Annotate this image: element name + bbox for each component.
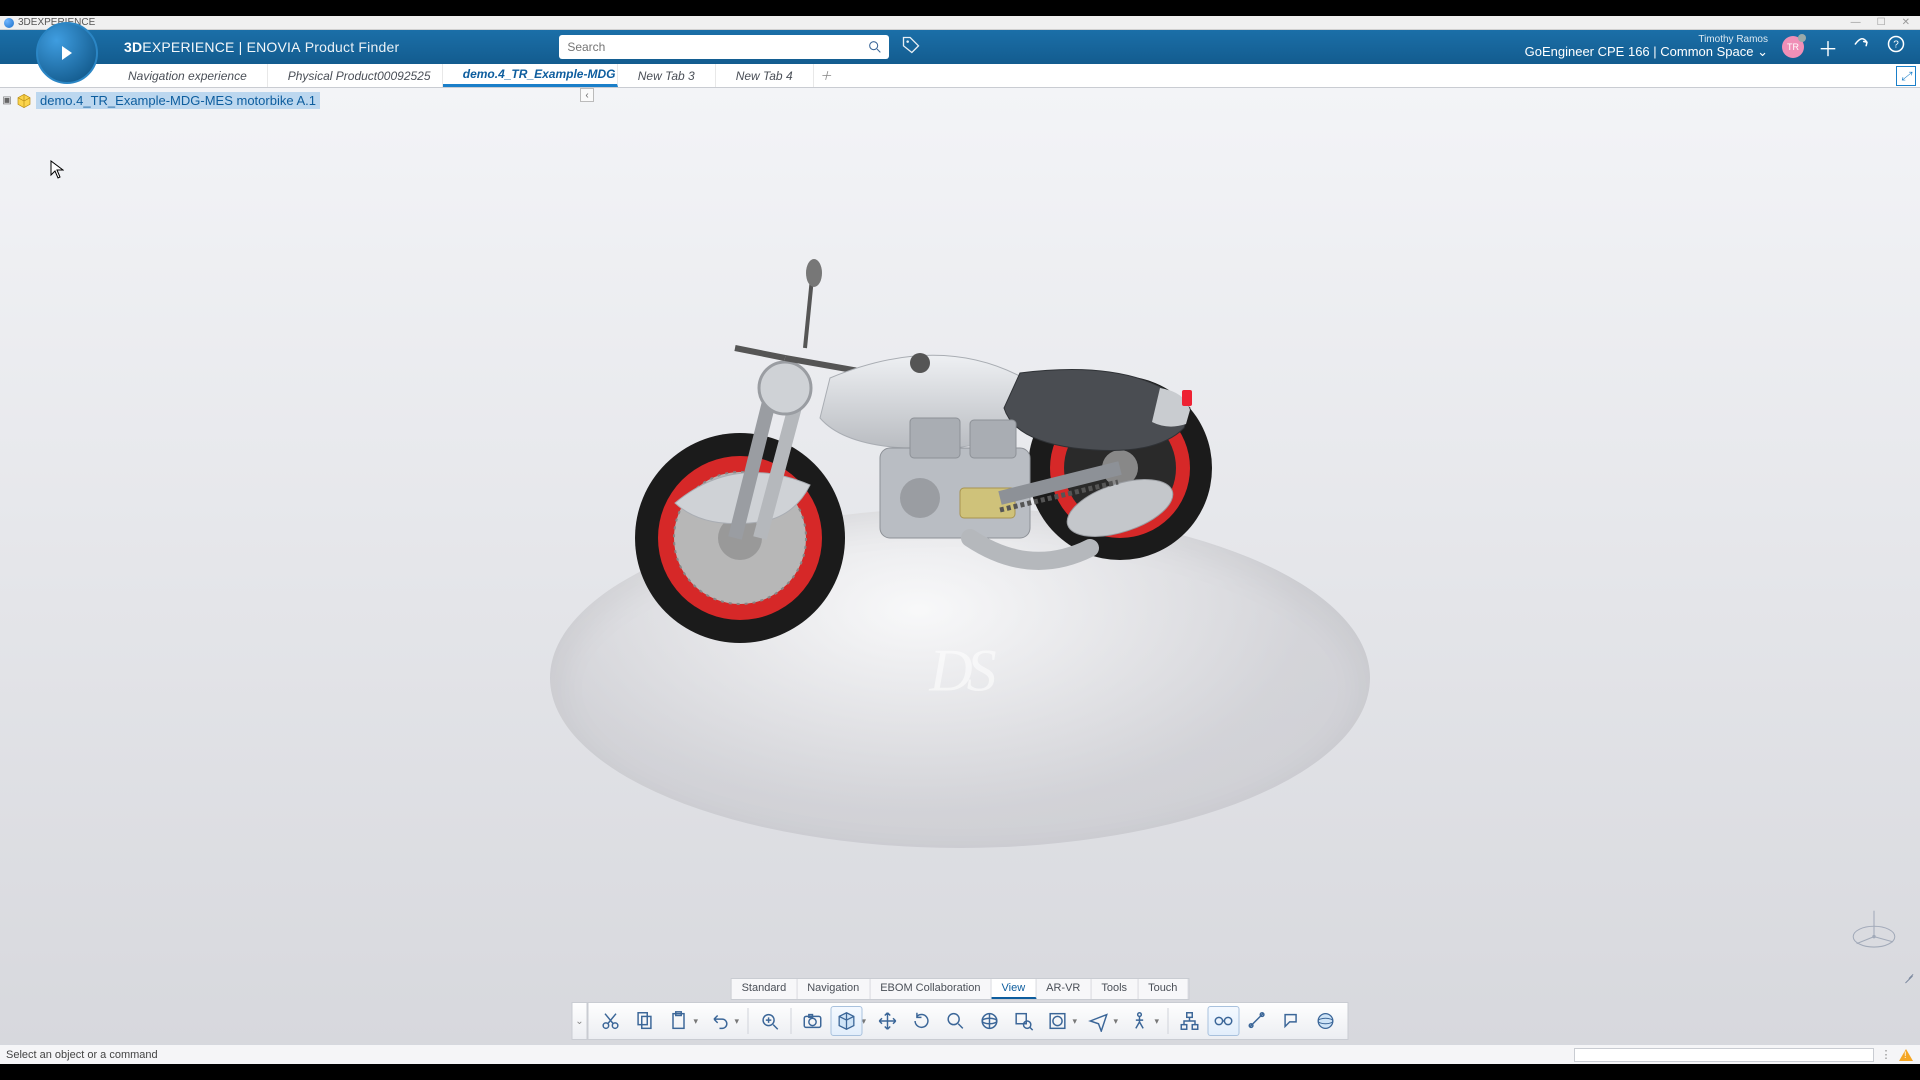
window-maximize-button[interactable]: ☐ (1877, 17, 1886, 28)
window-close-button[interactable]: ✕ (1902, 17, 1910, 28)
tooltab-touch[interactable]: Touch (1138, 979, 1188, 999)
walk-dropdown-icon[interactable]: ▾ (1155, 1016, 1163, 1027)
cursor-icon (50, 160, 64, 185)
help-button[interactable]: ? (1886, 34, 1906, 60)
globe-icon[interactable] (974, 1006, 1006, 1036)
status-options-icon[interactable]: ⋮ (1878, 1047, 1894, 1063)
tab-navigation-experience[interactable]: Navigation experience (108, 64, 268, 87)
tree-expand-icon[interactable]: ▣ (2, 95, 12, 106)
model-motorbike (620, 238, 1260, 658)
chevron-down-icon: ⌄ (1757, 44, 1768, 59)
relation-icon[interactable] (1208, 1006, 1240, 1036)
plane-fly-dropdown-icon[interactable]: ▾ (1114, 1016, 1122, 1027)
pan-icon[interactable] (872, 1006, 904, 1036)
tag-icon[interactable] (901, 35, 921, 60)
search-input[interactable] (559, 35, 889, 59)
resize-handle-icon[interactable] (1900, 968, 1914, 982)
viewport-3d[interactable]: ‹ ▣ demo.4_TR_Example-MDG-MES motorbike … (0, 88, 1920, 1044)
toolbar-category-tabs: Standard Navigation EBOM Collaboration V… (731, 978, 1190, 1000)
tab-physical-product[interactable]: Physical Product00092525 (268, 64, 443, 87)
paste-icon[interactable] (663, 1006, 695, 1036)
tab-demo4-active[interactable]: demo.4_TR_Example-MDG (443, 64, 618, 87)
status-input[interactable] (1574, 1048, 1874, 1062)
app-window: 3DEXPERIENCE — ☐ ✕ DS 3DEXPERIENCE | ENO… (0, 16, 1920, 1064)
user-name-label: Timothy Ramos (1525, 34, 1768, 45)
product-node-icon (16, 93, 32, 109)
user-block[interactable]: Timothy Ramos GoEngineer CPE 166 | Commo… (1525, 34, 1768, 59)
tree-root-label[interactable]: demo.4_TR_Example-MDG-MES motorbike A.1 (36, 92, 320, 109)
undo-dropdown-icon[interactable]: ▾ (735, 1016, 743, 1027)
cut-icon[interactable] (595, 1006, 627, 1036)
window-minimize-button[interactable]: — (1851, 17, 1861, 28)
paste-dropdown-icon[interactable]: ▾ (694, 1016, 702, 1027)
zoom-icon[interactable] (940, 1006, 972, 1036)
fullscreen-toggle-button[interactable]: ⤢ (1896, 66, 1916, 86)
sphere-icon[interactable] (1310, 1006, 1342, 1036)
svg-text:?: ? (1893, 39, 1899, 50)
action-bar: ⌄ ▾ ▾ ▾ ▾ (572, 1002, 1349, 1040)
status-hint-label: Select an object or a command (6, 1049, 158, 1061)
layer-box-dropdown-icon[interactable]: ▾ (1073, 1016, 1081, 1027)
tab-new-3[interactable]: New Tab 3 (618, 64, 716, 87)
zoom-fit-icon[interactable] (754, 1006, 786, 1036)
annotation-icon[interactable] (1276, 1006, 1308, 1036)
compass-hub[interactable] (36, 22, 106, 92)
plane-fly-icon[interactable] (1083, 1006, 1115, 1036)
avatar[interactable]: TR (1782, 36, 1804, 58)
collab-space-label: GoEngineer CPE 166 | Common Space (1525, 44, 1754, 59)
document-tab-bar: Navigation experience Physical Product00… (0, 64, 1920, 88)
rotate-icon[interactable] (906, 1006, 938, 1036)
tooltab-arvr[interactable]: AR-VR (1036, 979, 1091, 999)
layer-box-icon[interactable] (1042, 1006, 1074, 1036)
tab-new-4[interactable]: New Tab 4 (716, 64, 814, 87)
tooltab-ebom[interactable]: EBOM Collaboration (870, 979, 991, 999)
app-title: 3DEXPERIENCE | ENOVIAProduct Finder (124, 39, 399, 55)
cube-view-dropdown-icon[interactable]: ▾ (862, 1016, 870, 1027)
walk-icon[interactable] (1124, 1006, 1156, 1036)
status-warning-icon[interactable] (1898, 1047, 1914, 1063)
actionbar-expand-button[interactable]: ⌄ (572, 1002, 588, 1040)
search-button[interactable] (861, 35, 889, 59)
add-button[interactable]: ＋ (1818, 33, 1838, 62)
undo-icon[interactable] (704, 1006, 736, 1036)
hierarchy-icon[interactable] (1174, 1006, 1206, 1036)
status-bar: Select an object or a command ⋮ (0, 1044, 1920, 1064)
measure-icon[interactable] (1242, 1006, 1274, 1036)
zoom-area-icon[interactable] (1008, 1006, 1040, 1036)
app-os-icon (4, 18, 14, 28)
camera-icon[interactable] (797, 1006, 829, 1036)
copy-icon[interactable] (629, 1006, 661, 1036)
view-compass-icon[interactable] (1848, 902, 1900, 954)
share-button[interactable] (1852, 34, 1872, 60)
app-header: DS 3DEXPERIENCE | ENOVIAProduct Finder T… (0, 30, 1920, 64)
cube-view-icon[interactable] (831, 1006, 863, 1036)
tooltab-standard[interactable]: Standard (732, 979, 798, 999)
tooltab-tools[interactable]: Tools (1091, 979, 1138, 999)
tree-collapse-button[interactable]: ‹ (580, 88, 594, 102)
tab-add-button[interactable]: ＋ (814, 64, 838, 87)
tooltab-navigation[interactable]: Navigation (797, 979, 870, 999)
tooltab-view[interactable]: View (991, 979, 1036, 999)
spec-tree: ▣ demo.4_TR_Example-MDG-MES motorbike A.… (2, 92, 320, 109)
os-titlebar: 3DEXPERIENCE — ☐ ✕ (0, 16, 1920, 30)
